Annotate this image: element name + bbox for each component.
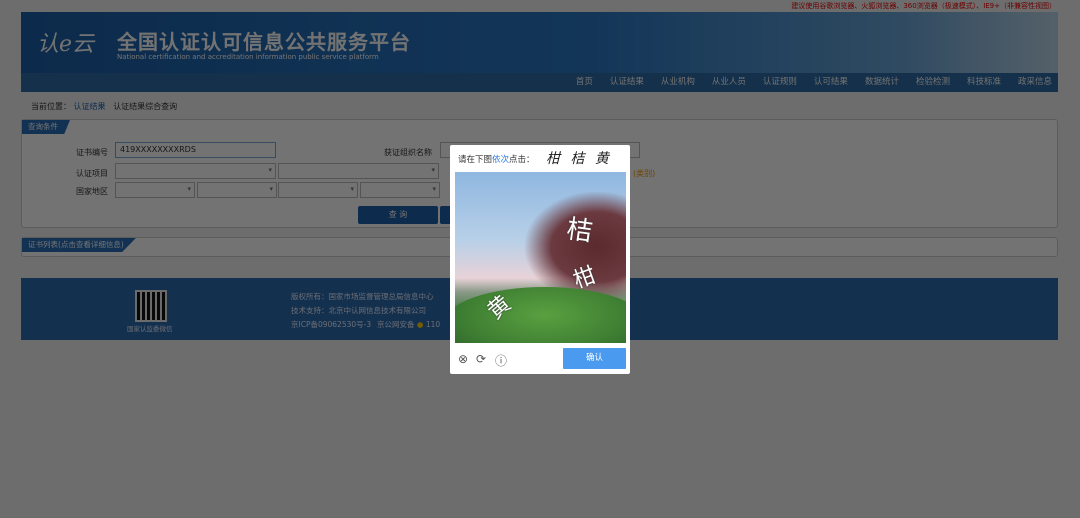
cert-no-input[interactable]: 419XXXXXXXXRDS: [115, 142, 276, 158]
project-label: 认证项目: [76, 169, 108, 178]
captcha-dialog: 请在下图依次点击： 柑 桔 黄 桔 柑 黄 ⊗ ⟳ ⓘ 确认: [450, 145, 630, 374]
nav-item[interactable]: 数据统计: [865, 73, 899, 92]
site-subtitle: National certification and accreditation…: [117, 53, 379, 61]
nav-item[interactable]: 认证结果: [610, 73, 644, 92]
captcha-image[interactable]: 桔 柑 黄: [455, 172, 626, 343]
nav-item[interactable]: 认证规则: [763, 73, 797, 92]
site-logo[interactable]: 认e云: [37, 26, 94, 58]
police-number: 110: [425, 320, 441, 329]
close-icon[interactable]: ⊗: [458, 352, 468, 366]
region-select-4[interactable]: [360, 182, 440, 198]
copyright-text: 版权所有：国家市场监督管理总局信息中心: [291, 292, 434, 301]
region-select-2[interactable]: [197, 182, 277, 198]
prompt-emphasis: 依次: [492, 155, 510, 165]
confirm-button[interactable]: 确认: [563, 348, 626, 369]
qr-label: 国家认监委微信: [127, 325, 173, 333]
nav-item[interactable]: 从业机构: [661, 73, 695, 92]
prompt-text: 点击：: [509, 155, 535, 165]
captcha-targets: 柑 桔 黄: [546, 151, 612, 167]
main-nav: 首页 认证结果 从业机构 从业人员 认证规则 认可结果 数据统计 检验检测 科技…: [21, 73, 1058, 92]
hill-shape: [455, 287, 626, 343]
project-select-2[interactable]: [278, 163, 439, 179]
query-tab: 查询条件: [22, 120, 70, 134]
region-select-1[interactable]: [115, 182, 195, 198]
project-hint: (类别): [633, 169, 656, 178]
refresh-icon[interactable]: ⟳: [476, 352, 486, 366]
qr-code-icon: [135, 290, 167, 322]
tech-support-text: 技术支持：北京中认网信息技术有限公司: [291, 306, 426, 315]
cert-list-tab: 证书列表(点击查看详细信息): [22, 238, 136, 252]
nav-item[interactable]: 科技标准: [967, 73, 1001, 92]
breadcrumb: 当前位置： 认证结果 认证结果综合查询: [31, 101, 177, 112]
nav-item[interactable]: 政采信息: [1018, 73, 1052, 92]
nav-item[interactable]: 检验检测: [916, 73, 950, 92]
browser-tip: 建议使用谷歌浏览器、火狐浏览器、360浏览器（极速模式）、IE9+（非兼容性视图…: [791, 2, 1056, 10]
site-title: 全国认证认可信息公共服务平台: [117, 30, 411, 54]
nav-item[interactable]: 认可结果: [814, 73, 848, 92]
captcha-prompt: 请在下图依次点击：: [458, 153, 535, 165]
breadcrumb-link[interactable]: 认证结果: [74, 102, 106, 111]
police-text[interactable]: 京公网安备 ● 110: [377, 319, 440, 330]
police-label: 京公网安备: [377, 320, 415, 329]
nav-item[interactable]: 从业人员: [712, 73, 746, 92]
breadcrumb-current: 认证结果综合查询: [113, 102, 178, 111]
region-label: 国家地区: [76, 187, 108, 196]
region-select-3[interactable]: [278, 182, 358, 198]
search-button[interactable]: 查 询: [358, 206, 438, 224]
icp-text[interactable]: 京ICP备09062530号-3: [291, 319, 371, 330]
police-badge-icon: ●: [416, 320, 424, 329]
project-select-1[interactable]: [115, 163, 276, 179]
nav-item[interactable]: 首页: [576, 73, 593, 92]
org-name-label: 获证组织名称: [384, 148, 432, 157]
captcha-char[interactable]: 桔: [565, 208, 596, 248]
prompt-text: 请在下图: [458, 155, 493, 165]
info-icon[interactable]: ⓘ: [495, 352, 507, 369]
cert-no-label: 证书编号: [76, 148, 108, 157]
breadcrumb-label: 当前位置：: [31, 102, 71, 111]
header-banner: 认e云 全国认证认可信息公共服务平台 National certificatio…: [21, 12, 1058, 73]
